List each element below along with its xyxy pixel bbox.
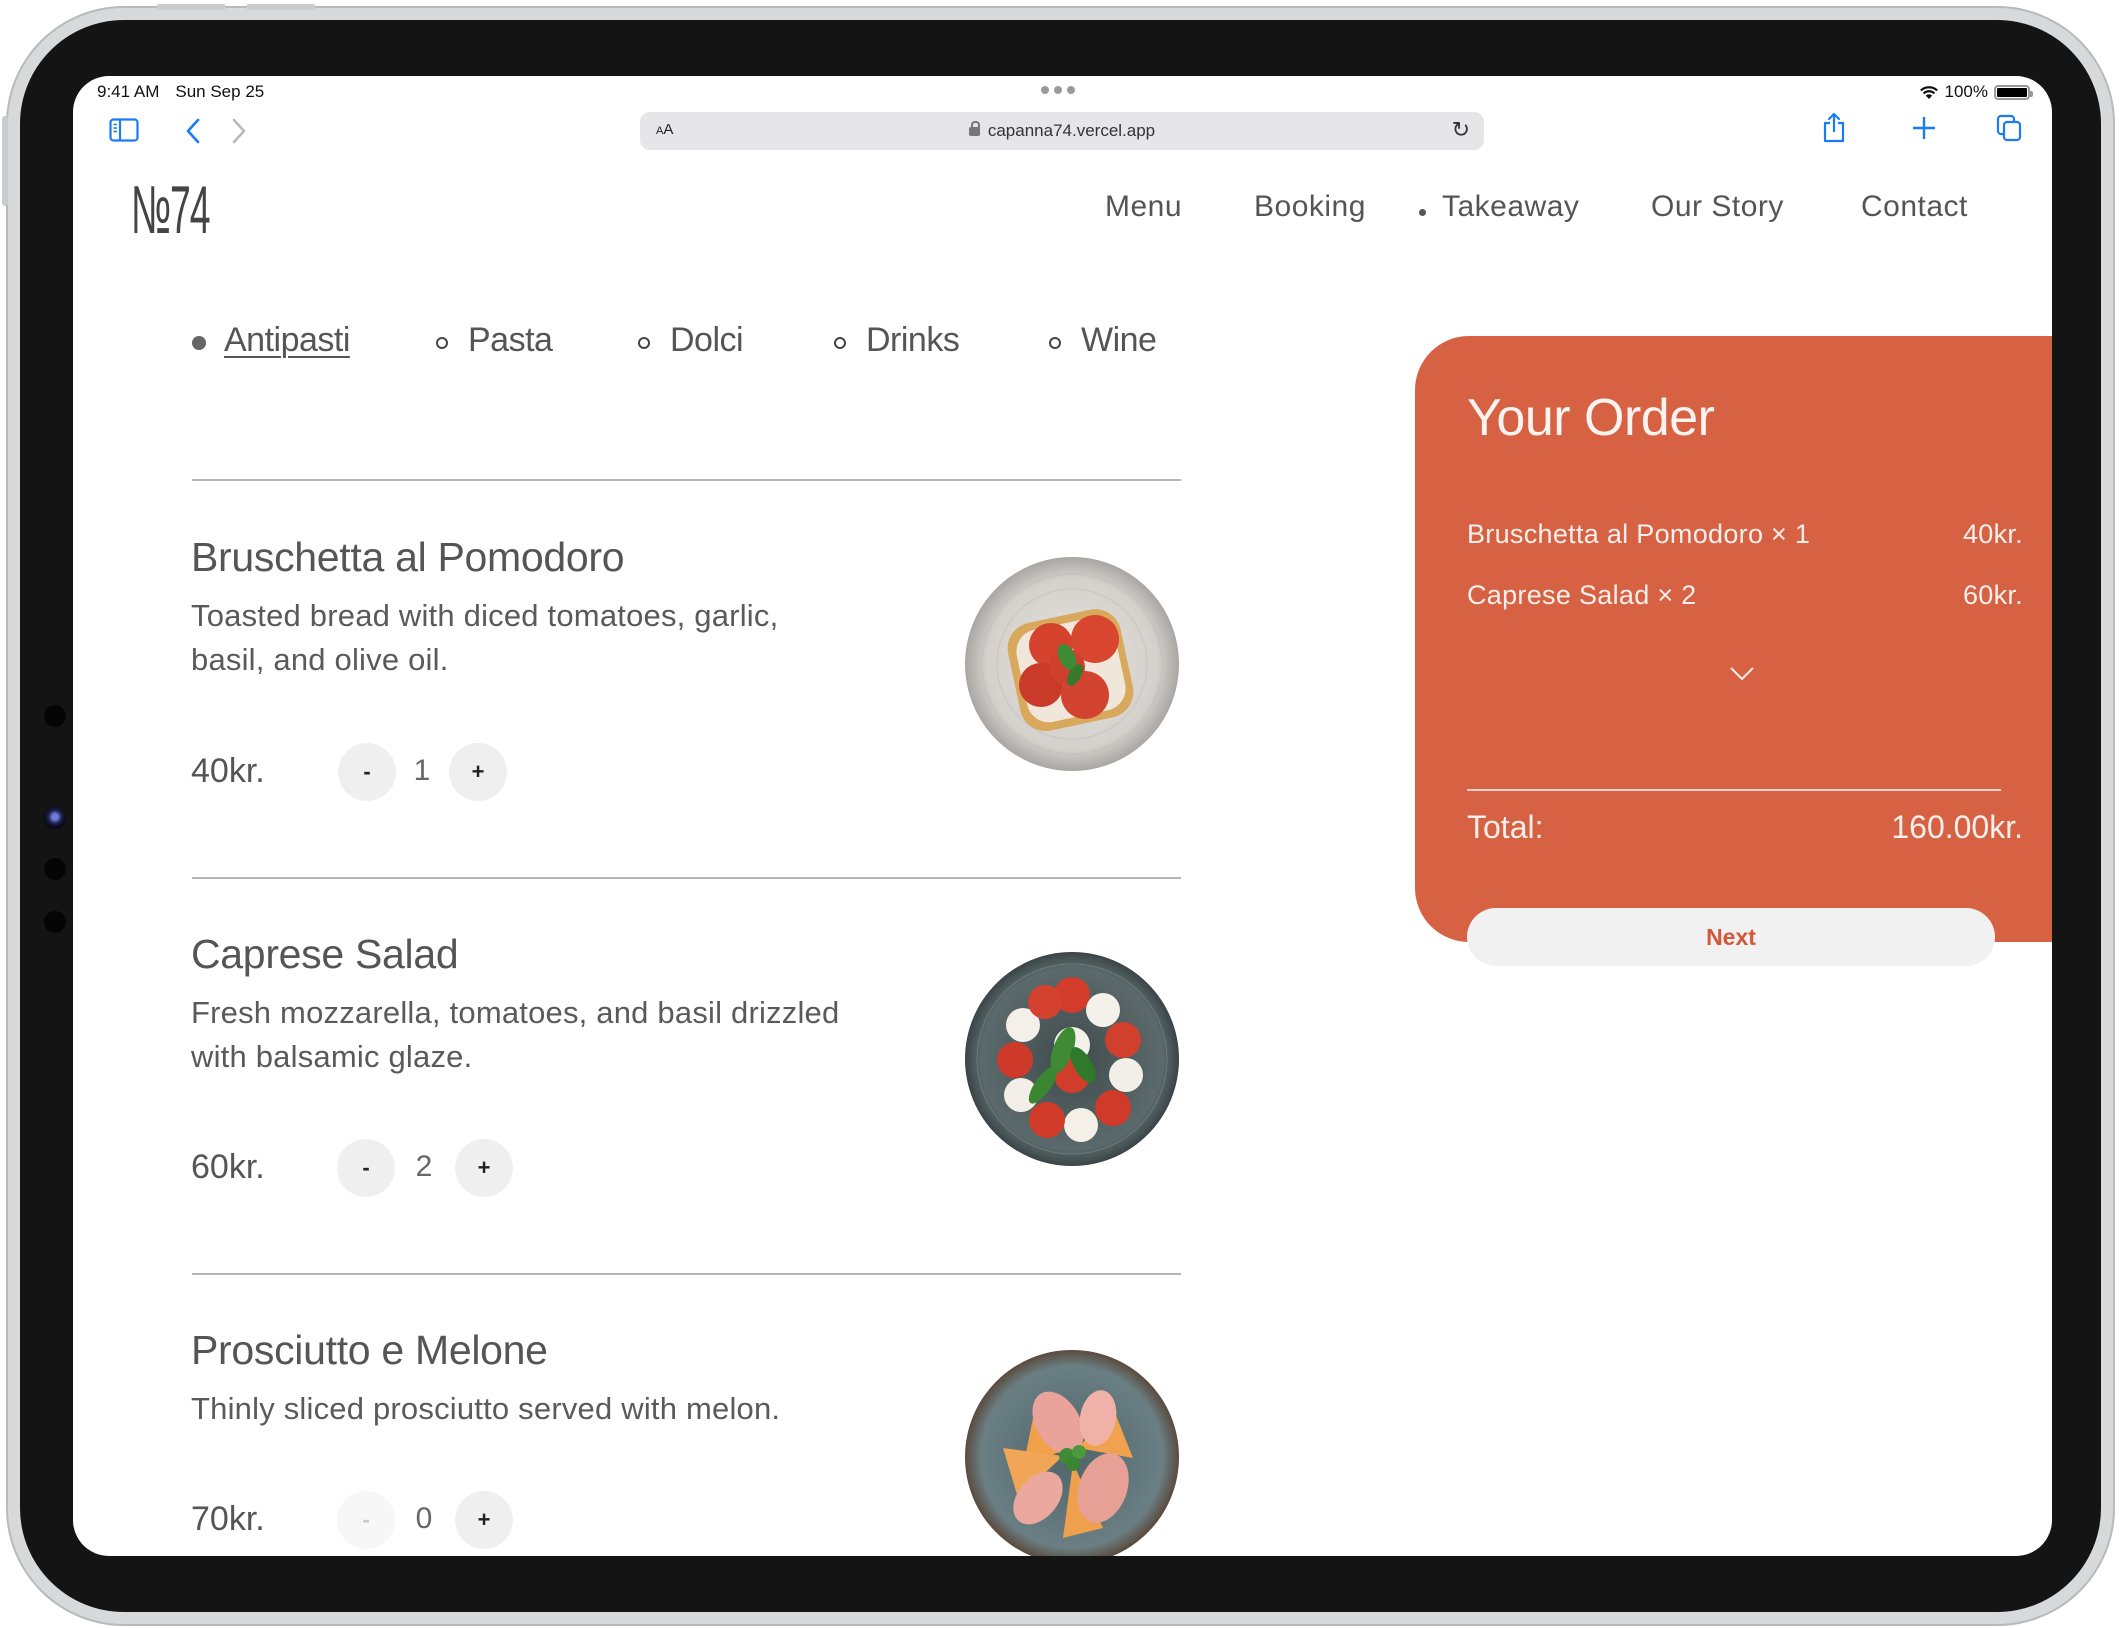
order-total: Total: 160.00kr. [1467,809,2023,846]
bruschetta-dish-image [963,555,1181,773]
category-bullet-active [192,336,206,350]
caprese-dish-image [963,950,1181,1168]
wifi-icon [1919,85,1938,99]
item-description: Fresh mozzarella, tomatoes, and basil dr… [191,991,931,1079]
item-description-line: Thinly sliced prosciutto served with mel… [191,1391,781,1426]
nav-our-story[interactable]: Our Story [1651,190,1784,224]
item-quantity: 2 [415,1150,433,1183]
order-line-amount: 60kr. [1962,580,2023,610]
item-title: Bruschetta al Pomodoro [191,534,625,580]
item-divider [192,1273,1181,1275]
status-bar-left: 9:41 AM Sun Sep 25 [97,82,264,102]
site-logo[interactable]: №74 [131,176,211,244]
order-line-amount: 40kr. [1962,519,2023,549]
category-bullet [638,337,650,349]
order-divider [1467,789,2001,791]
category-bullet [1049,337,1061,349]
increase-quantity-button[interactable]: + [449,743,507,801]
volume-button [156,4,226,10]
prosciutto-dish-image [963,1348,1181,1556]
screen: 9:41 AM Sun Sep 25 100% AA capanna74.verc… [73,76,2052,1556]
item-title: Prosciutto e Melone [191,1327,548,1373]
item-divider [192,877,1181,879]
category-bullet [834,337,846,349]
camera-lens [44,807,66,829]
item-price: 40kr. [191,752,265,790]
status-bar-right: 100% [1919,82,2033,102]
forward-icon[interactable] [231,118,247,144]
item-price: 60kr. [191,1148,265,1186]
order-title: Your Order [1467,389,1715,447]
item-quantity: 0 [415,1502,433,1535]
new-tab-icon[interactable] [1912,116,1936,140]
total-label: Total: [1467,809,1544,845]
status-time: 9:41 AM [97,82,160,101]
decrease-quantity-button[interactable]: - [338,743,396,801]
url-display[interactable]: capanna74.vercel.app [640,121,1484,141]
decrease-quantity-button[interactable]: - [337,1139,395,1197]
battery-icon [1994,84,2033,100]
nav-booking[interactable]: Booking [1254,190,1366,224]
volume-button [246,4,316,10]
chevron-down-icon[interactable] [1729,666,1755,682]
category-dolci[interactable]: Dolci [670,321,744,360]
item-description-line: Toasted bread with diced tomatoes, garli… [191,598,779,633]
category-pasta[interactable]: Pasta [468,321,553,360]
category-drinks[interactable]: Drinks [866,321,960,360]
order-line: Bruschetta al Pomodoro × 1 40kr. [1467,519,2023,550]
sensor-dot [44,911,66,933]
back-icon[interactable] [185,118,201,144]
reload-icon[interactable]: ↻ [1452,117,1470,143]
sensor-dot [44,858,66,880]
increase-quantity-button[interactable]: + [455,1139,513,1197]
nav-takeaway[interactable]: Takeaway [1442,190,1579,224]
order-line-label: Bruschetta al Pomodoro × 1 [1467,519,1811,549]
nav-active-indicator [1419,209,1426,216]
item-description-line: with balsamic glaze. [191,1039,473,1074]
category-wine[interactable]: Wine [1081,321,1157,360]
sensor-dot [44,705,66,727]
lock-icon [968,121,980,136]
item-title: Caprese Salad [191,931,459,977]
order-line: Caprese Salad × 2 60kr. [1467,580,2023,611]
sidebar-icon[interactable] [109,118,139,142]
increase-quantity-button[interactable]: + [455,1491,513,1549]
tabs-icon[interactable] [1996,114,2022,142]
item-divider [192,479,1181,481]
url-text: capanna74.vercel.app [987,121,1156,140]
item-description: Thinly sliced prosciutto served with mel… [191,1387,931,1431]
category-bullet [436,337,448,349]
battery-percent: 100% [1944,82,1988,101]
order-line-label: Caprese Salad × 2 [1467,580,1697,610]
item-description-line: basil, and olive oil. [191,642,449,677]
battery-level [1997,87,2027,97]
next-button[interactable]: Next [1467,908,1995,966]
total-value: 160.00kr. [1891,809,2023,845]
share-icon[interactable] [1822,112,1846,144]
order-panel: Your Order Bruschetta al Pomodoro × 1 40… [1415,336,2052,966]
item-description-line: Fresh mozzarella, tomatoes, and basil dr… [191,995,840,1030]
decrease-quantity-button[interactable]: - [337,1491,395,1549]
status-date: Sun Sep 25 [175,82,265,101]
multitasking-dots[interactable] [1041,86,1075,94]
nav-contact[interactable]: Contact [1861,190,1968,224]
category-antipasti[interactable]: Antipasti [224,321,350,360]
item-price: 70kr. [191,1500,265,1538]
item-description: Toasted bread with diced tomatoes, garli… [191,594,931,682]
nav-menu[interactable]: Menu [1105,190,1182,224]
item-quantity: 1 [413,754,431,787]
address-bar[interactable]: AA capanna74.vercel.app ↻ [640,112,1484,150]
top-button [2,116,8,206]
